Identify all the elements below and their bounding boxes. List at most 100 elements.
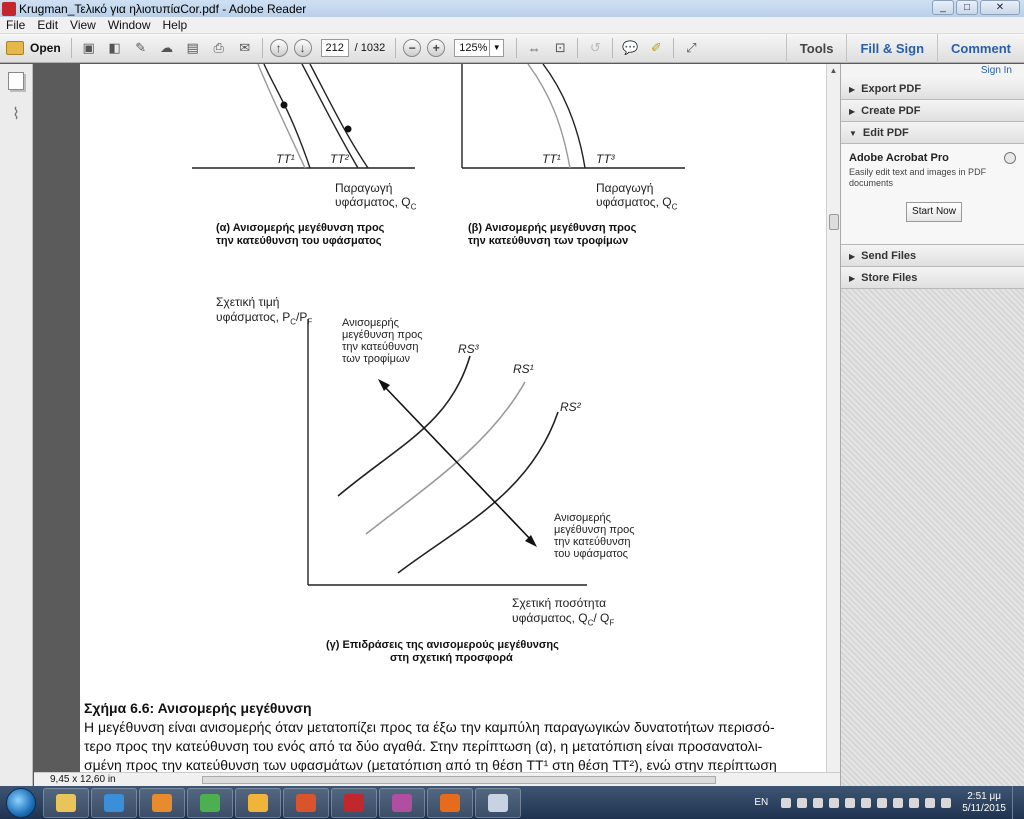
tray-icon[interactable] bbox=[861, 797, 872, 808]
tray-icon[interactable] bbox=[829, 797, 840, 808]
paragraph-line-2: τερο προς την κατεύθυνση του ενός από τα… bbox=[84, 738, 763, 754]
menu-file[interactable]: File bbox=[0, 18, 31, 32]
expand-icon: ▶ bbox=[849, 252, 856, 261]
export-icon[interactable]: ◧ bbox=[105, 38, 125, 58]
adobe-reader-icon bbox=[2, 1, 16, 16]
annotation-cloth-line: μεγέθυνση προς bbox=[554, 524, 635, 536]
taskbar-adobe-reader-button[interactable] bbox=[331, 787, 377, 818]
close-button[interactable]: ✕ bbox=[980, 0, 1020, 15]
toolbar-separator bbox=[612, 38, 614, 58]
start-button[interactable] bbox=[6, 787, 36, 818]
sign-in-link[interactable]: Sign In bbox=[841, 64, 1024, 78]
annotation-cloth-line: του υφάσματος bbox=[554, 548, 628, 560]
zoom-select[interactable]: 125% ▼ bbox=[454, 39, 505, 57]
sticky-note-icon[interactable]: 💬 bbox=[620, 38, 640, 58]
menu-window[interactable]: Window bbox=[102, 18, 157, 32]
tools-pane: Sign In ▶ Export PDF ▶ Create PDF ▼ Edit PD… bbox=[840, 64, 1024, 786]
expand-icon: ▶ bbox=[849, 107, 856, 116]
start-now-button[interactable]: Start Now bbox=[906, 202, 962, 222]
caption-b-line2: την κατεύθυνση των τροφίμων bbox=[468, 235, 629, 247]
flag-icon[interactable] bbox=[941, 797, 952, 808]
speaker-icon[interactable] bbox=[909, 797, 920, 808]
taskbar-powerpoint-button[interactable] bbox=[283, 787, 329, 818]
menu-view[interactable]: View bbox=[64, 18, 102, 32]
taskbar-firefox-button[interactable] bbox=[427, 787, 473, 818]
document-view[interactable]: TT¹ TT² Παραγωγή υφάσματος, QC (α) Ανισο… bbox=[34, 64, 826, 772]
explorer-icon bbox=[56, 793, 76, 812]
taskbar-chrome-button[interactable] bbox=[187, 787, 233, 818]
chrome-icon bbox=[200, 793, 220, 812]
previous-page-button[interactable]: ↑ bbox=[269, 39, 288, 57]
tray-icon[interactable] bbox=[893, 797, 904, 808]
y-label-line1: Σχετική τιμή bbox=[216, 295, 280, 309]
taskbar-snipping-button[interactable] bbox=[475, 787, 521, 818]
fill-sign-button[interactable]: Fill & Sign bbox=[846, 34, 937, 63]
upload-cloud-icon[interactable]: ☁ bbox=[157, 38, 177, 58]
tray-icon[interactable] bbox=[781, 797, 792, 808]
edit-pdf-section[interactable]: ▼ Edit PDF bbox=[841, 122, 1024, 144]
annotation-cloth-line: την κατεύθυνση bbox=[554, 536, 631, 548]
create-pdf-icon[interactable]: ▣ bbox=[79, 38, 99, 58]
minimize-button[interactable]: _ bbox=[932, 0, 954, 15]
create-pdf-section[interactable]: ▶ Create PDF bbox=[841, 100, 1024, 122]
menu-edit[interactable]: Edit bbox=[31, 18, 64, 32]
fit-width-icon[interactable]: ⇔ bbox=[524, 38, 544, 58]
comment-button[interactable]: Comment bbox=[937, 34, 1024, 63]
tray-icon[interactable] bbox=[845, 797, 856, 808]
expand-icon: ▶ bbox=[849, 274, 856, 283]
taskbar-internet-explorer-button[interactable] bbox=[91, 787, 137, 818]
annotation-cloth: Ανισομερής μεγέθυνση προς την κατεύθυνση… bbox=[554, 512, 635, 560]
tray-icon[interactable] bbox=[813, 797, 824, 808]
edit-icon[interactable]: ✎ bbox=[131, 38, 151, 58]
store-files-section[interactable]: ▶ Store Files bbox=[841, 267, 1024, 289]
open-button[interactable]: Open bbox=[6, 41, 61, 55]
tray-icon[interactable] bbox=[797, 797, 808, 808]
send-files-section[interactable]: ▶ Send Files bbox=[841, 245, 1024, 267]
store-files-label: Store Files bbox=[861, 272, 918, 284]
email-icon[interactable]: ✉ bbox=[235, 38, 255, 58]
vertical-scrollbar[interactable]: ▲ bbox=[826, 64, 840, 772]
powerpoint-icon bbox=[296, 793, 316, 812]
fit-page-icon[interactable]: ⊡ bbox=[550, 38, 570, 58]
caption-c-line2: στη σχετική προσφορά bbox=[390, 652, 513, 664]
highlight-icon[interactable]: ✐ bbox=[646, 38, 666, 58]
paragraph-line-1: Η μεγέθυνση είναι ανισομερής όταν μετατο… bbox=[84, 719, 775, 735]
arrow-head-down bbox=[525, 535, 537, 547]
window-title: Krugman_Τελικό για ηλιοτυπίαCor.pdf - Ad… bbox=[19, 1, 307, 16]
acrobat-badge-icon bbox=[1004, 152, 1016, 164]
scroll-thumb[interactable] bbox=[829, 214, 839, 230]
toolbar-separator bbox=[261, 38, 263, 58]
internet-explorer-icon bbox=[104, 793, 124, 812]
taskbar-media-player-button[interactable] bbox=[139, 787, 185, 818]
zoom-in-button[interactable]: + bbox=[427, 39, 446, 57]
label-rs2: RS² bbox=[560, 400, 581, 414]
export-pdf-section[interactable]: ▶ Export PDF bbox=[841, 78, 1024, 100]
page-number-input[interactable]: 212 bbox=[320, 39, 349, 57]
create-pdf-label: Create PDF bbox=[861, 105, 921, 117]
annotation-food-line: την κατεύθυνση bbox=[342, 341, 419, 353]
media-player-icon bbox=[152, 793, 172, 812]
next-page-button[interactable]: ↓ bbox=[293, 39, 312, 57]
page-thumbnails-icon[interactable] bbox=[8, 72, 24, 90]
zoom-out-button[interactable]: − bbox=[403, 39, 422, 57]
taskbar-explorer-button[interactable] bbox=[43, 787, 89, 818]
maximize-button[interactable]: □ bbox=[956, 0, 978, 15]
clock[interactable]: 2:51 μμ 5/11/2015 bbox=[962, 791, 1006, 815]
tray-icon[interactable] bbox=[877, 797, 888, 808]
axis-label-left-2: υφάσματος, QC bbox=[335, 195, 417, 212]
full-screen-icon[interactable]: ⤢ bbox=[681, 38, 701, 58]
tools-button[interactable]: Tools bbox=[785, 34, 847, 63]
menu-help[interactable]: Help bbox=[157, 18, 194, 32]
language-indicator[interactable]: EN bbox=[754, 797, 768, 808]
show-desktop-button[interactable] bbox=[1012, 786, 1024, 819]
scroll-up-icon[interactable]: ▲ bbox=[827, 64, 840, 78]
equilibrium-point-2 bbox=[344, 125, 352, 133]
rotate-icon[interactable]: ↺ bbox=[585, 38, 605, 58]
attachments-icon[interactable]: ⌇ bbox=[8, 104, 24, 123]
network-icon[interactable] bbox=[925, 797, 936, 808]
horizontal-scrollbar[interactable] bbox=[202, 776, 716, 784]
taskbar-outlook-button[interactable] bbox=[235, 787, 281, 818]
save-icon[interactable]: ▤ bbox=[183, 38, 203, 58]
print-icon[interactable]: ⎙ bbox=[209, 38, 229, 58]
taskbar-paint-button[interactable] bbox=[379, 787, 425, 818]
